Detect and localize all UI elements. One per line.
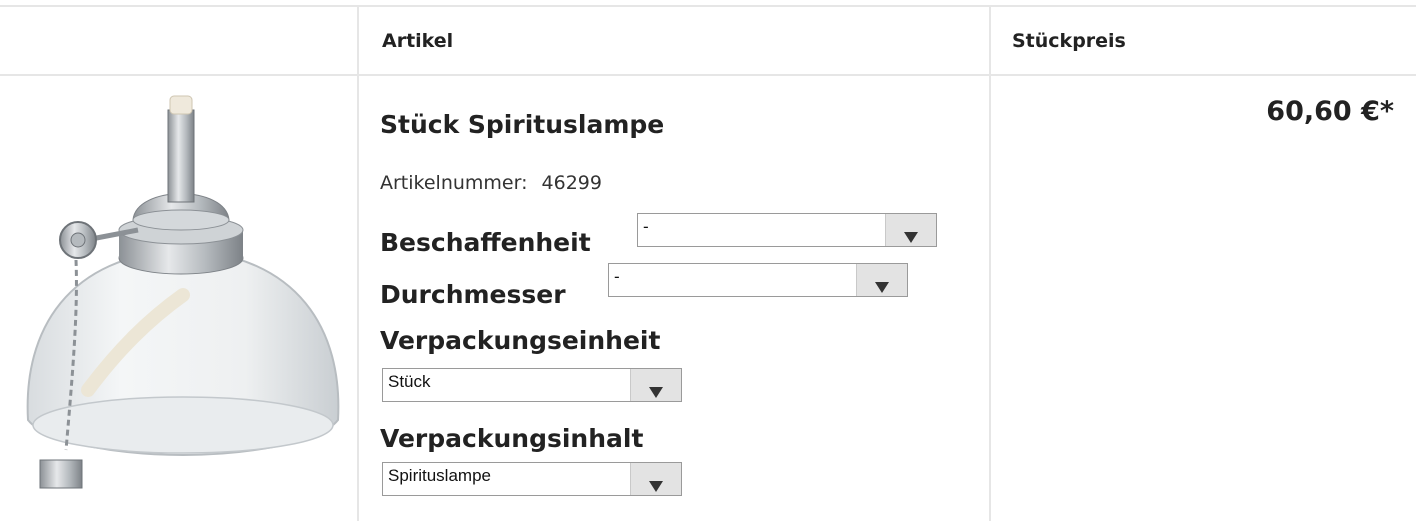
- article-number: Artikelnummer: 46299: [380, 172, 602, 194]
- verpackungseinheit-select-value: Stück: [388, 372, 431, 391]
- dropdown-arrow-icon: [649, 481, 663, 492]
- article-number-value: 46299: [541, 172, 602, 194]
- article-number-label: Artikelnummer:: [380, 172, 528, 194]
- header-row-divider: [0, 74, 1416, 76]
- option-label-durchmesser: Durchmesser: [380, 280, 566, 309]
- column-divider-2: [989, 5, 991, 521]
- column-header-unit-price: Stückpreis: [1012, 30, 1126, 52]
- dropdown-arrow-icon: [649, 387, 663, 398]
- option-label-verpackungseinheit: Verpackungseinheit: [380, 326, 661, 355]
- verpackungseinheit-select[interactable]: Stück: [382, 368, 682, 402]
- alcohol-lamp-image[interactable]: [18, 90, 348, 500]
- beschaffenheit-select-button[interactable]: [885, 214, 936, 246]
- option-label-beschaffenheit: Beschaffenheit: [380, 228, 591, 257]
- dropdown-arrow-icon: [904, 232, 918, 243]
- durchmesser-select-button[interactable]: [856, 264, 907, 296]
- verpackungsinhalt-select-value: Spirituslampe: [388, 466, 491, 485]
- unit-price: 60,60 €*: [1266, 96, 1394, 127]
- verpackungsinhalt-select-button[interactable]: [630, 463, 681, 495]
- verpackungsinhalt-select[interactable]: Spirituslampe: [382, 462, 682, 496]
- dropdown-arrow-icon: [875, 282, 889, 293]
- column-header-article: Artikel: [382, 30, 454, 52]
- durchmesser-select-value: -: [614, 267, 620, 286]
- verpackungseinheit-select-button[interactable]: [630, 369, 681, 401]
- option-label-verpackungsinhalt: Verpackungsinhalt: [380, 424, 644, 453]
- beschaffenheit-select[interactable]: -: [637, 213, 937, 247]
- product-title[interactable]: Stück Spirituslampe: [380, 110, 664, 139]
- beschaffenheit-select-value: -: [643, 217, 649, 236]
- table-top-border: [0, 5, 1416, 7]
- column-divider-1: [357, 5, 359, 521]
- durchmesser-select[interactable]: -: [608, 263, 908, 297]
